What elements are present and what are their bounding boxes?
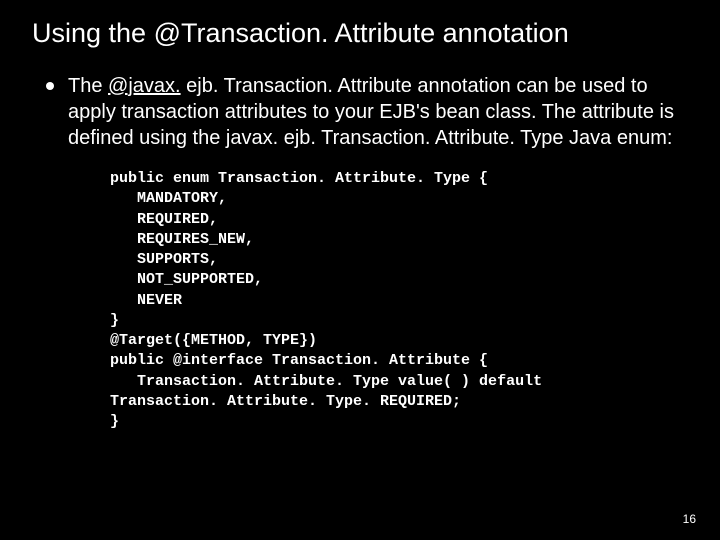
slide: Using the @Transaction. Attribute annota… [0, 0, 720, 450]
bullet-underlined: @javax. [108, 75, 181, 97]
bullet-row: The @javax. ejb. Transaction. Attribute … [28, 73, 692, 151]
code-block: public enum Transaction. Attribute. Type… [110, 169, 692, 432]
slide-title: Using the @Transaction. Attribute annota… [32, 18, 692, 49]
bullet-prefix: The [68, 75, 108, 97]
page-number: 16 [683, 512, 696, 526]
bullet-icon [46, 82, 54, 90]
bullet-text: The @javax. ejb. Transaction. Attribute … [68, 73, 692, 151]
